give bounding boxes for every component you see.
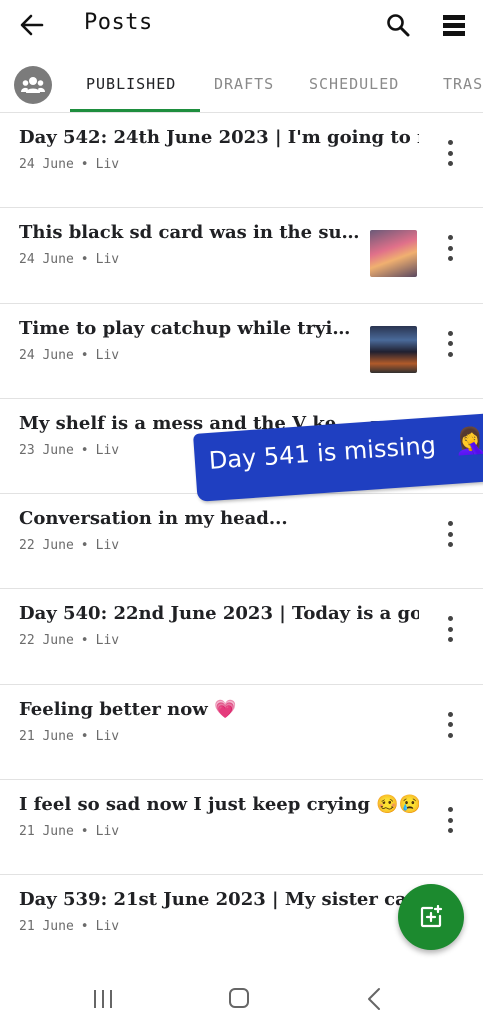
active-tab-indicator: [70, 109, 200, 112]
list-item[interactable]: This black sd card was in the suv ... 24…: [0, 208, 483, 304]
more-options-button[interactable]: [437, 232, 463, 264]
sticker-text: Day 541 is missing: [207, 431, 437, 475]
more-vert-icon: [447, 616, 453, 622]
list-item[interactable]: I feel so sad now I just keep crying 🥴😢😭…: [0, 780, 483, 876]
list-item[interactable]: Feeling better now 💗 21 June • Liv: [0, 685, 483, 781]
post-date: 23 June: [19, 442, 74, 458]
new-post-icon: [420, 905, 443, 928]
post-author: Liv: [95, 824, 120, 840]
post-title: Day 540: 22nd June 2023 | Today is a goo…: [19, 603, 419, 625]
view-list-icon: [443, 15, 465, 36]
post-author: Liv: [95, 538, 120, 554]
post-title: Day 539: 21st June 2023 | My sister care…: [19, 889, 419, 911]
arrow-left-icon: [20, 14, 44, 36]
post-date: 21 June: [19, 919, 74, 935]
post-meta: 21 June • Liv: [19, 824, 120, 840]
search-icon: [387, 14, 410, 37]
post-title: Conversation in my head...: [19, 508, 288, 530]
recents-icon[interactable]: [92, 989, 114, 1009]
page-title: Posts: [84, 10, 153, 35]
post-date: 24 June: [19, 157, 74, 172]
tab-scheduled[interactable]: SCHEDULED: [309, 75, 399, 93]
post-title: Time to play catchup while trying...: [19, 317, 361, 339]
post-date: 22 June: [19, 538, 74, 554]
facepalm-emoji: 🤦‍♀️: [453, 425, 483, 458]
more-vert-icon: [447, 330, 453, 336]
post-meta: 22 June • Liv: [19, 633, 120, 649]
list-item[interactable]: Time to play catchup while trying... 24 …: [0, 304, 483, 399]
post-author: Liv: [95, 157, 120, 172]
tab-bar: PUBLISHED DRAFTS SCHEDULED TRASH: [0, 58, 483, 113]
post-meta: 21 June • Liv: [19, 728, 120, 744]
more-options-button[interactable]: [437, 709, 463, 741]
post-meta: 23 June • Liv: [19, 442, 120, 458]
post-thumbnail: [370, 325, 417, 373]
more-options-button[interactable]: [437, 518, 463, 550]
back-icon[interactable]: [366, 987, 382, 1011]
post-author: Liv: [95, 347, 120, 363]
post-meta: 24 June • Liv: [19, 157, 120, 172]
list-item[interactable]: Day 540: 22nd June 2023 | Today is a goo…: [0, 589, 483, 685]
users-icon: [21, 77, 45, 93]
post-date: 21 June: [19, 728, 74, 744]
post-title: Feeling better now 💗: [19, 698, 237, 720]
post-list: Day 542: 24th June 2023 | I'm going to m…: [0, 113, 483, 971]
more-options-button[interactable]: [437, 613, 463, 645]
home-icon[interactable]: [229, 988, 249, 1008]
post-title: I feel so sad now I just keep crying 🥴😢😭: [19, 794, 419, 816]
more-vert-icon: [447, 807, 453, 813]
new-post-button[interactable]: [398, 884, 464, 950]
more-vert-icon: [447, 521, 453, 527]
tab-published[interactable]: PUBLISHED: [86, 75, 176, 93]
post-author: Liv: [95, 252, 120, 268]
post-meta: 22 June • Liv: [19, 538, 120, 554]
back-button[interactable]: [14, 8, 50, 42]
system-nav-bar: [0, 965, 483, 1025]
post-thumbnail: [370, 230, 417, 278]
more-vert-icon: [447, 711, 453, 717]
more-options-button[interactable]: [437, 137, 463, 169]
more-vert-icon: [447, 140, 453, 145]
post-author: Liv: [95, 633, 120, 649]
view-toggle-button[interactable]: [436, 8, 472, 42]
more-vert-icon: [447, 235, 453, 241]
account-avatar[interactable]: [14, 66, 52, 104]
post-date: 21 June: [19, 824, 74, 840]
app-bar: Posts: [0, 0, 483, 50]
post-author: Liv: [95, 728, 120, 744]
post-date: 24 June: [19, 347, 74, 363]
post-meta: 21 June • Liv: [19, 919, 120, 935]
post-date: 24 June: [19, 252, 74, 268]
post-title: This black sd card was in the suv ...: [19, 222, 361, 244]
list-item[interactable]: Conversation in my head... 22 June • Liv: [0, 494, 483, 590]
more-options-button[interactable]: [437, 328, 463, 360]
post-author: Liv: [95, 919, 120, 935]
post-author: Liv: [95, 442, 120, 458]
tab-trash[interactable]: TRASH: [443, 75, 483, 93]
post-date: 22 June: [19, 633, 74, 649]
tab-drafts[interactable]: DRAFTS: [214, 75, 274, 93]
search-button[interactable]: [380, 8, 416, 42]
post-meta: 24 June • Liv: [19, 347, 120, 363]
post-meta: 24 June • Liv: [19, 252, 120, 268]
list-item[interactable]: Day 542: 24th June 2023 | I'm going to m…: [0, 113, 483, 209]
more-options-button[interactable]: [437, 804, 463, 836]
post-title: Day 542: 24th June 2023 | I'm going to m…: [19, 127, 419, 148]
